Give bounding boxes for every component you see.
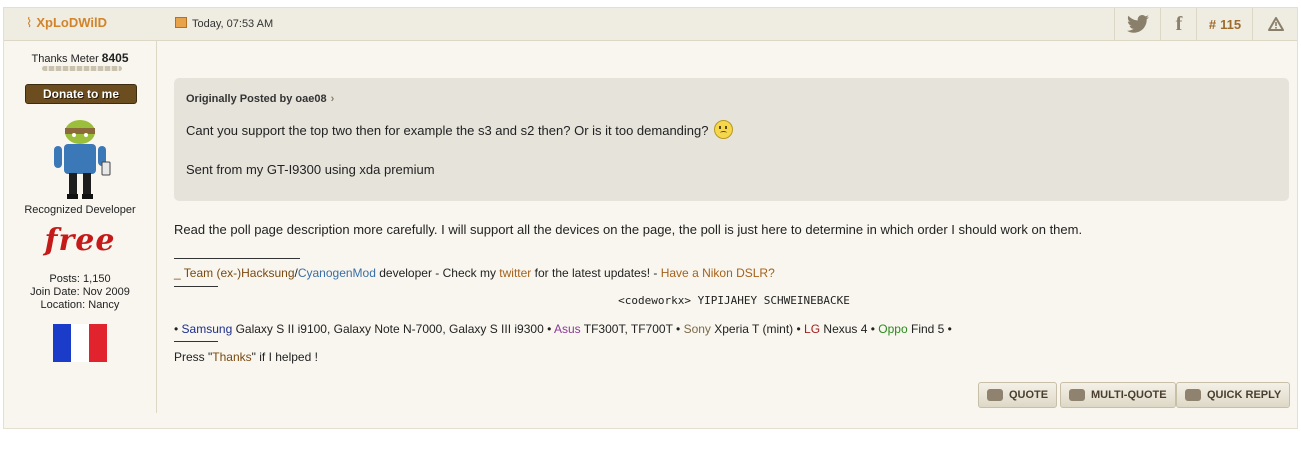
device-list: • Samsung Galaxy S II i9100, Galaxy Note…	[174, 322, 952, 336]
android-avatar[interactable]	[48, 118, 112, 200]
lg-models: Nexus 4 •	[820, 322, 879, 336]
quote-line-2: Sent from my GT-I9300 using xda premium	[186, 162, 435, 177]
thanks-line: Press "Thanks" if I helped !	[174, 350, 318, 364]
thanks-text: " if I helped !	[251, 350, 318, 364]
quote-icon	[987, 389, 1003, 401]
quote-line-1: Cant you support the top two then for ex…	[186, 120, 733, 139]
quick-reply-icon	[1185, 389, 1201, 401]
forum-post: ⌇ XpLoDWilD Today, 07:53 AM f #115 Thanks…	[3, 7, 1298, 429]
thanks-meter: Thanks Meter 8405	[4, 51, 156, 65]
post-header: ⌇ XpLoDWilD Today, 07:53 AM f #115	[4, 8, 1297, 41]
quick-reply-button[interactable]: QUICK REPLY	[1176, 382, 1291, 408]
report-icon[interactable]	[1252, 8, 1299, 40]
oppo-link[interactable]: Oppo	[878, 322, 907, 336]
quote-button[interactable]: QUOTE	[978, 382, 1058, 408]
samsung-link[interactable]: Samsung	[182, 322, 233, 336]
sony-models: Xperia T (mint) •	[710, 322, 805, 336]
user-rank: Recognized Developer	[24, 204, 136, 216]
thanks-label: Thanks Meter	[31, 53, 99, 65]
post-number-link[interactable]: #115	[1196, 8, 1253, 40]
quote-header[interactable]: Originally Posted by oae08 ›	[186, 93, 334, 105]
carrier-logo: free	[44, 223, 116, 258]
quote-label: QUOTE	[1009, 389, 1049, 401]
post-count: Posts: 1,150	[49, 273, 111, 285]
quick-reply-label: QUICK REPLY	[1207, 389, 1282, 401]
view-post-arrow-icon[interactable]: ›	[331, 93, 335, 105]
quote-text: Cant you support the top two then for ex…	[186, 123, 709, 138]
facebook-icon[interactable]: f	[1160, 8, 1197, 40]
flag-stripe-white	[71, 324, 89, 362]
lg-link[interactable]: LG	[804, 322, 820, 336]
hash-symbol: #	[1208, 16, 1217, 32]
bullet: •	[174, 322, 182, 336]
sig-text: for the latest updates! -	[531, 266, 661, 280]
date-text: Today, 07:53 AM	[192, 18, 274, 30]
post-number: 115	[1220, 16, 1242, 32]
signature-divider	[174, 258, 300, 259]
reply-text: Read the poll page description more care…	[174, 222, 1083, 237]
twitter-link[interactable]: twitter	[499, 266, 531, 280]
user-sidebar: Thanks Meter 8405 Donate to me Recognize…	[4, 41, 157, 413]
cyanogenmod-link[interactable]: CyanogenMod	[298, 266, 376, 280]
multi-quote-label: MULTI-QUOTE	[1091, 389, 1167, 401]
asus-link[interactable]: Asus	[554, 322, 581, 336]
signature-divider-2	[174, 286, 218, 287]
codeworkx-quote: <codeworkx> YIPIJAHEY SCHWEINEBACKE	[618, 294, 850, 307]
multi-quote-icon	[1069, 389, 1085, 401]
oppo-models: Find 5 •	[907, 322, 952, 336]
username-text[interactable]: XpLoDWilD	[36, 15, 107, 30]
thanks-count: 8405	[101, 51, 129, 65]
thanks-text: Press "	[174, 350, 213, 364]
username-link[interactable]: ⌇ XpLoDWilD	[26, 15, 107, 31]
thanks-meter-bar	[42, 66, 122, 71]
twitter-icon[interactable]	[1114, 8, 1161, 40]
team-hacksung-link[interactable]: _ Team (ex-)Hacksung	[174, 266, 295, 280]
thanks-link[interactable]: Thanks	[212, 350, 251, 364]
confused-smiley-icon	[713, 120, 733, 139]
post-date: Today, 07:53 AM	[175, 17, 273, 30]
signature-line-1: _ Team (ex-)Hacksung/CyanogenMod develop…	[174, 266, 775, 280]
multi-quote-button[interactable]: MULTI-QUOTE	[1060, 382, 1176, 408]
quote-block: Originally Posted by oae08 › Cant you sup…	[174, 78, 1289, 201]
user-stats: Posts: 1,150 Join Date: Nov 2009 Locatio…	[4, 273, 156, 312]
flag-stripe-blue	[53, 324, 71, 362]
location: Location: Nancy	[40, 299, 120, 311]
post-icon	[175, 17, 187, 28]
nikon-dslr-link[interactable]: Have a Nikon DSLR?	[661, 266, 775, 280]
france-flag	[53, 324, 107, 362]
sig-text: developer - Check my	[375, 266, 500, 280]
flag-stripe-red	[89, 324, 107, 362]
sony-link[interactable]: Sony	[684, 322, 711, 336]
samsung-models: Galaxy S II i9100, Galaxy Note N-7000, G…	[232, 322, 554, 336]
quote-author: Originally Posted by oae08	[186, 93, 327, 105]
antenna-icon: ⌇	[26, 15, 33, 30]
donate-button[interactable]: Donate to me	[25, 84, 137, 104]
asus-models: TF300T, TF700T •	[580, 322, 684, 336]
join-date: Join Date: Nov 2009	[30, 286, 130, 298]
signature-divider-3	[174, 341, 218, 342]
